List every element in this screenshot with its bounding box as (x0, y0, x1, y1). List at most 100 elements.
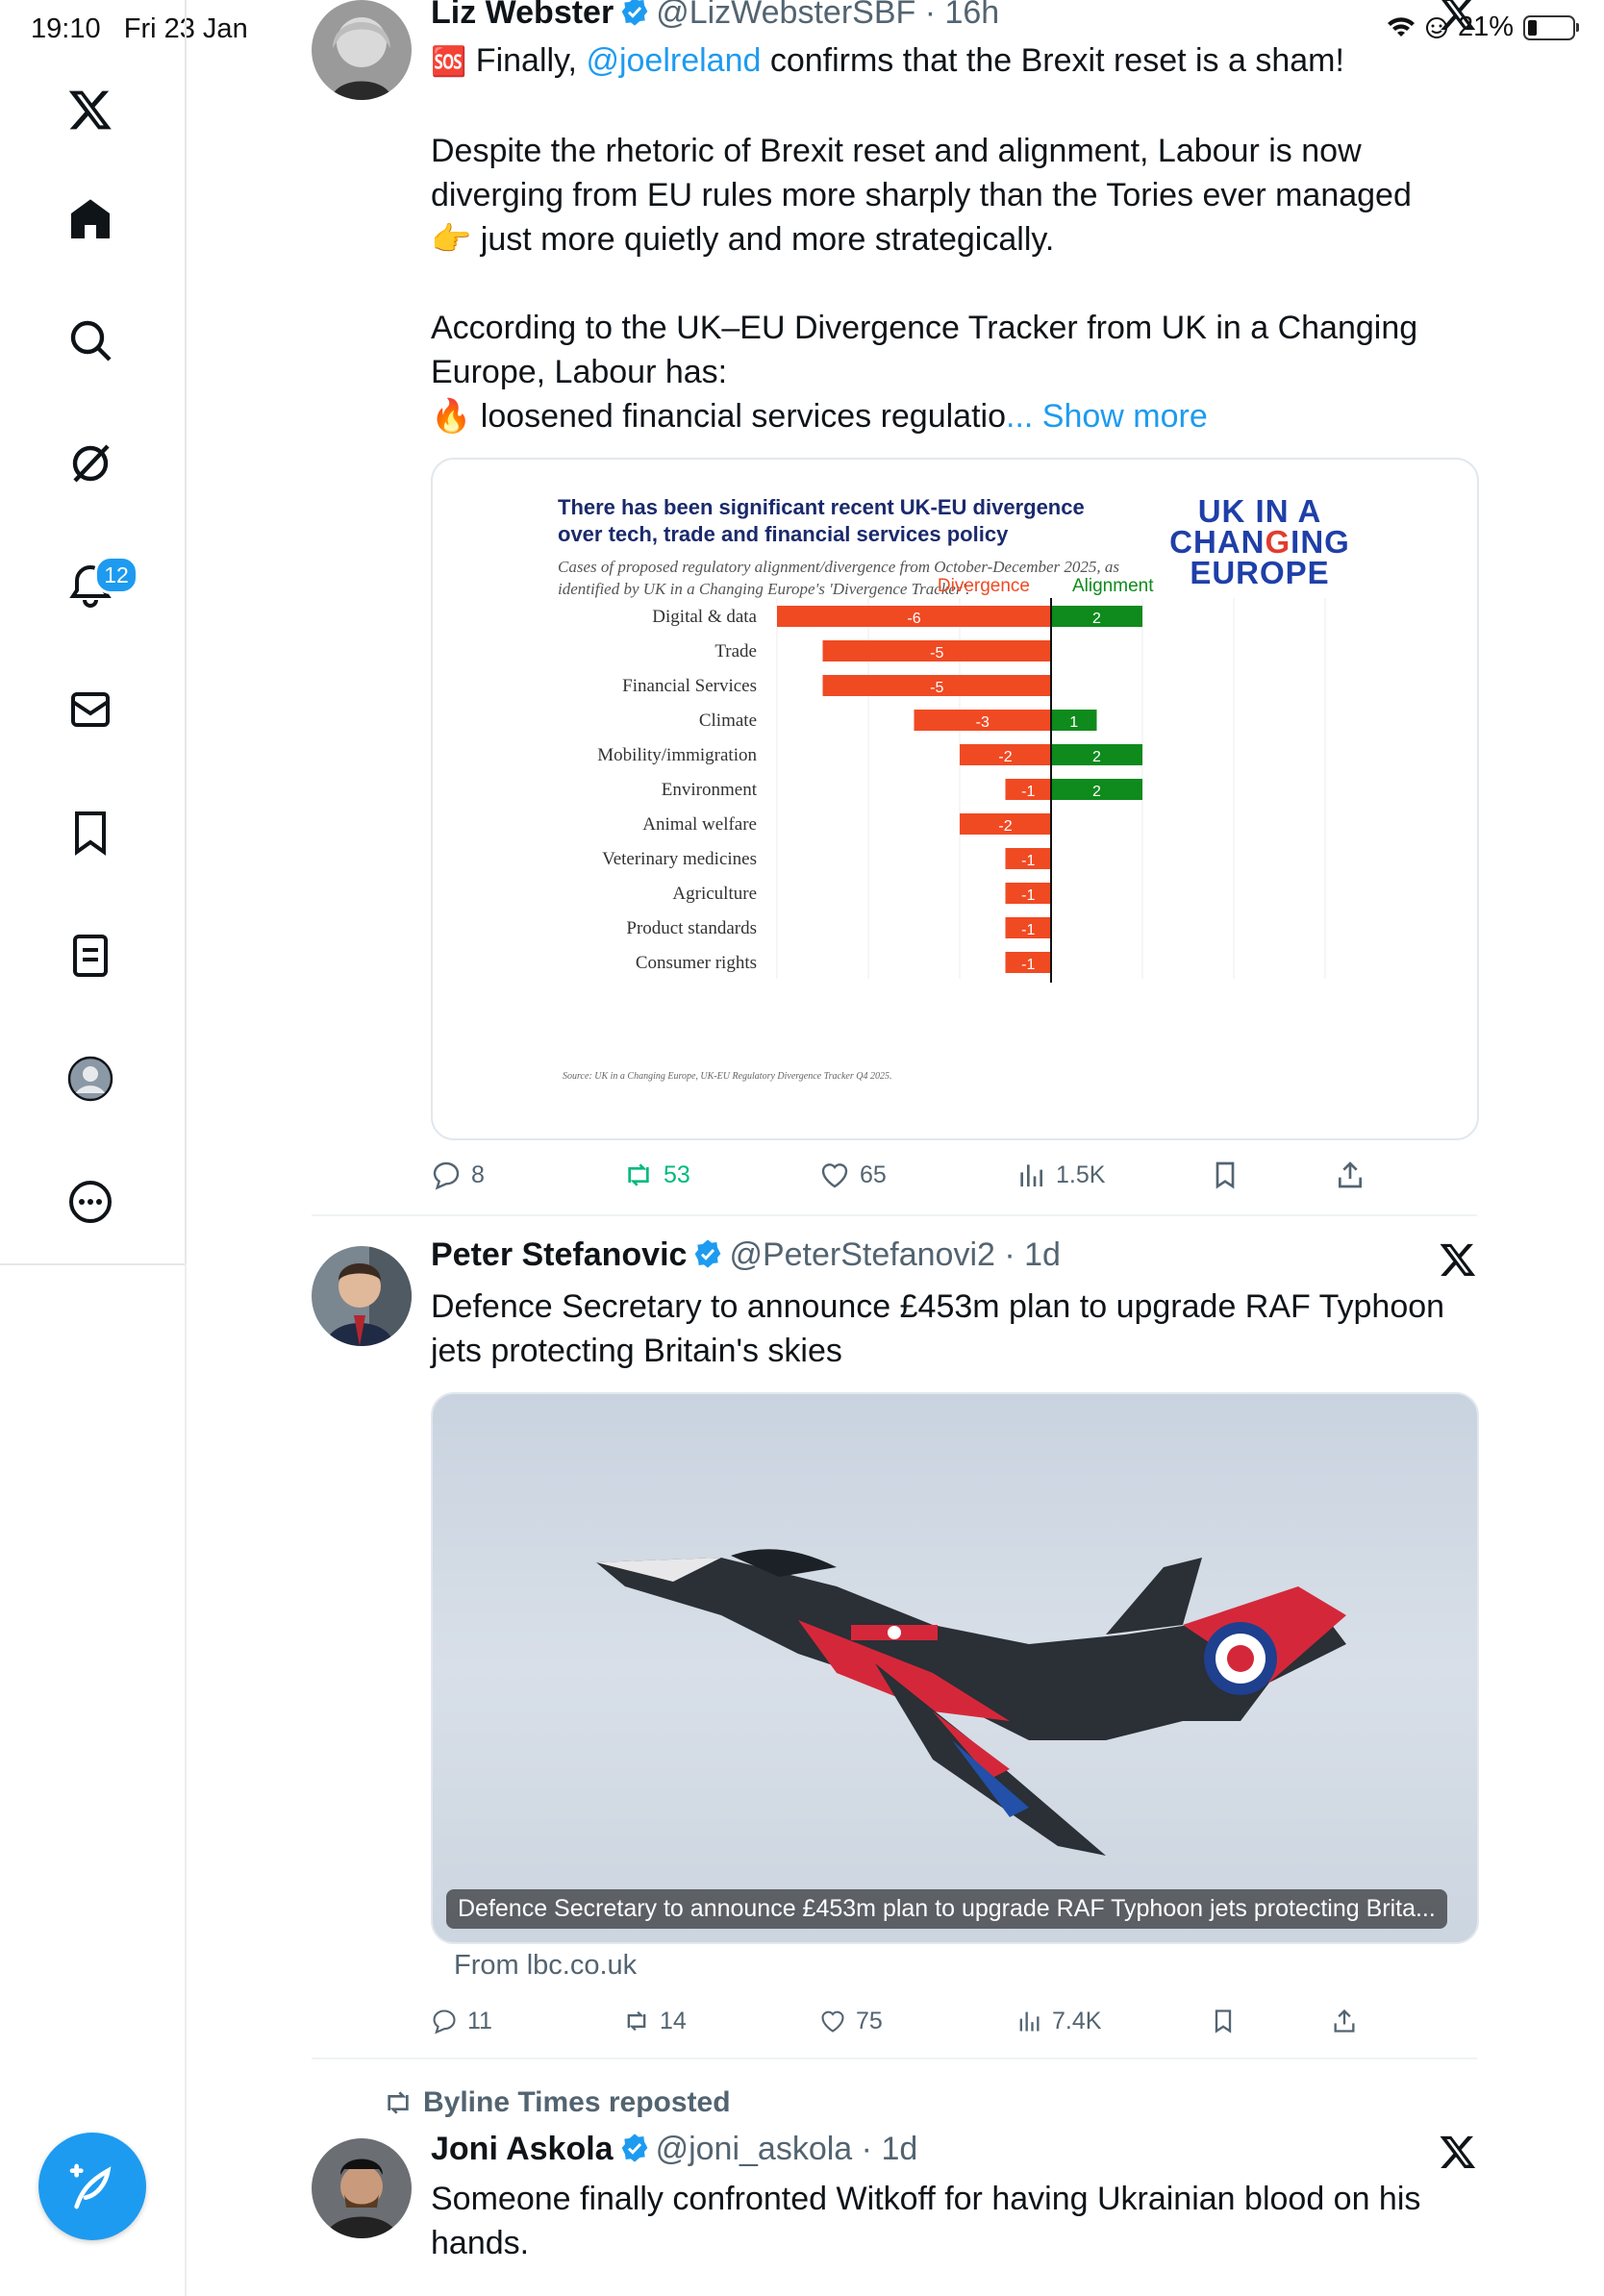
reply-icon (433, 2009, 456, 2034)
bar-value-label: -1 (1021, 922, 1035, 938)
tweet-paragraph: Despite the rhetoric of Brexit reset and… (431, 133, 1412, 258)
tweet-text: Defence Secretary to announce £453m plan… (431, 1288, 1445, 1369)
bar-value-label: 2 (1092, 749, 1101, 765)
category-label: Digital & data (652, 607, 757, 627)
bar-value-label: 2 (1092, 784, 1101, 800)
chart-source: Source: UK in a Changing Europe, UK-EU R… (563, 1071, 892, 1082)
author-handle[interactable]: @PeterStefanovi2 (729, 1236, 994, 1273)
repost-icon (628, 1163, 649, 1186)
category-label: Mobility/immigration (597, 745, 757, 765)
views-icon (1019, 2011, 1040, 2032)
reply-icon (433, 1161, 460, 1190)
bookmark-button[interactable] (1210, 2008, 1237, 2034)
repost-context: Byline Times reposted (383, 2086, 731, 2119)
bookmark-button[interactable] (1210, 1160, 1241, 1190)
home-icon[interactable] (44, 173, 137, 265)
bar-value-label: -1 (1021, 957, 1035, 973)
profile-icon[interactable] (44, 1033, 137, 1125)
sos-emoji: 🆘 (431, 46, 467, 78)
link-preview-image[interactable]: Defence Secretary to announce £453m plan… (431, 1392, 1479, 1944)
bar-value-label: -2 (998, 749, 1012, 765)
verified-icon (695, 1239, 721, 1268)
share-button[interactable] (1335, 1160, 1366, 1190)
bookmark-icon[interactable] (44, 786, 137, 879)
bar-value-label: -1 (1021, 887, 1035, 904)
repost-label[interactable]: Byline Times reposted (423, 2086, 731, 2119)
image-caption: Defence Secretary to announce £453m plan… (446, 1889, 1447, 1929)
legend-divergence: Divergence (938, 576, 1030, 596)
reply-button[interactable]: 11 (431, 2008, 492, 2035)
avatar[interactable] (312, 0, 412, 100)
author-handle[interactable]: @joni_askola (656, 2131, 853, 2167)
typhoon-jet-image (596, 1549, 1346, 1856)
repost-button[interactable]: 14 (623, 2008, 687, 2035)
divergence-chart: Divergence Alignment Digital & data -6 2 Trad… (597, 576, 1326, 983)
author-handle[interactable]: @LizWebsterSBF (656, 0, 915, 31)
like-button[interactable]: 65 (819, 1160, 887, 1190)
sidebar: 12 (0, 0, 187, 1265)
x-logo-icon[interactable] (1439, 1240, 1477, 1279)
tweet-header: Joni Askola @joni_askola · 1d (431, 2131, 918, 2167)
category-label: Product standards (626, 918, 757, 938)
timestamp[interactable]: 16h (944, 0, 999, 31)
compose-button[interactable] (38, 2133, 146, 2240)
category-label: Financial Services (622, 676, 757, 696)
x-logo-icon[interactable] (44, 63, 137, 156)
reply-button[interactable]: 8 (431, 1160, 485, 1190)
show-more-link[interactable]: ... Show more (1006, 398, 1208, 435)
chart-card[interactable]: There has been significant recent UK-EU … (431, 458, 1479, 1140)
repost-button[interactable]: 53 (623, 1160, 690, 1190)
category-label: Agriculture (672, 884, 757, 904)
views-icon (1020, 1164, 1042, 1186)
repost-icon (627, 2010, 646, 2032)
bookmark-icon (1215, 2009, 1232, 2034)
notifications-badge: 12 (94, 556, 138, 594)
bar-value-label: 2 (1092, 611, 1101, 627)
views-button[interactable]: 1.5K (1015, 1160, 1105, 1190)
bookmark-icon (1216, 1161, 1235, 1189)
author-name[interactable]: Joni Askola (431, 2131, 614, 2167)
heart-icon (821, 1163, 848, 1188)
timestamp[interactable]: 1d (881, 2131, 917, 2167)
tweet-header: Liz Webster @LizWebsterSBF · 16h (431, 0, 999, 32)
verified-icon (621, 2134, 647, 2162)
tweet-actions: 8 53 65 1.5K (431, 1156, 1479, 1194)
x-logo-icon[interactable] (1439, 0, 1477, 33)
more-icon[interactable] (44, 1156, 137, 1248)
like-button[interactable]: 75 (819, 2008, 883, 2035)
bar-value-label: -1 (1021, 784, 1035, 800)
divider (185, 1263, 187, 2296)
bar-value-label: -2 (998, 818, 1012, 835)
category-label: Consumer rights (636, 953, 757, 973)
avatar[interactable] (312, 1246, 412, 1346)
author-name[interactable]: Liz Webster (431, 0, 614, 31)
category-label: Climate (699, 711, 757, 731)
category-label: Trade (714, 641, 757, 661)
share-button[interactable] (1331, 2008, 1358, 2034)
divider (312, 2058, 1477, 2059)
bar-value-label: -5 (930, 680, 943, 696)
repost-icon (388, 2091, 409, 2114)
compose-icon (69, 2163, 112, 2209)
heart-icon (821, 2010, 844, 2033)
mention-link[interactable]: @joelreland (586, 42, 761, 79)
timestamp[interactable]: 1d (1024, 1236, 1061, 1273)
verified-icon (621, 0, 648, 26)
battery-icon (1523, 14, 1579, 40)
bar-value-label: -5 (930, 645, 943, 661)
search-icon[interactable] (44, 294, 137, 387)
bar-value-label: -6 (907, 611, 920, 627)
tweet-paragraph: 🔥 loosened financial services regulatio (431, 398, 1006, 435)
x-logo-icon[interactable] (1439, 2133, 1477, 2171)
list-icon[interactable] (44, 910, 137, 1002)
category-label: Animal welfare (642, 814, 757, 835)
share-icon (1339, 1161, 1362, 1188)
views-button[interactable]: 7.4K (1015, 2008, 1101, 2035)
link-source[interactable]: From lbc.co.uk (454, 1950, 637, 1982)
mail-icon[interactable] (44, 663, 137, 756)
tweet-actions: 11 14 75 7.4K (431, 2002, 1479, 2040)
avatar[interactable] (312, 2138, 412, 2238)
author-name[interactable]: Peter Stefanovic (431, 1236, 687, 1273)
grok-icon[interactable] (44, 417, 137, 510)
bar-value-label: -1 (1021, 853, 1035, 869)
